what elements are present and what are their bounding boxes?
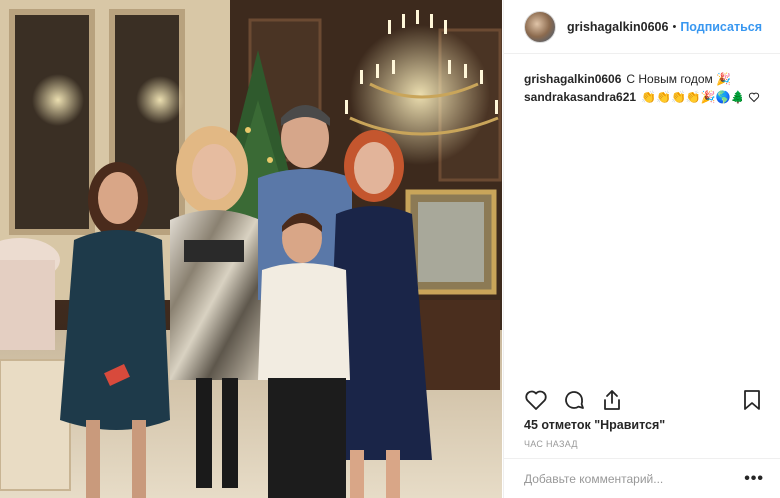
comment-text: С Новым годом 🎉	[626, 72, 732, 86]
more-options-icon[interactable]: •••	[744, 470, 764, 488]
heart-icon[interactable]	[524, 388, 548, 412]
likes-suffix: "Нравится"	[590, 418, 666, 432]
separator-dot: •	[672, 20, 677, 33]
likes-count[interactable]: 45 отметок "Нравится"	[524, 418, 665, 432]
comment-text: 👏👏👏👏🎉🌎🌲🎉	[641, 90, 742, 104]
post-timestamp[interactable]: ЧАС НАЗАД	[524, 439, 578, 449]
post-actions	[524, 388, 764, 412]
comment-icon[interactable]	[562, 388, 586, 412]
share-icon[interactable]	[600, 388, 624, 412]
avatar[interactable]	[524, 10, 556, 43]
comment-like-heart-icon[interactable]	[748, 91, 760, 103]
comment-username[interactable]: grishagalkin0606	[524, 70, 621, 88]
header-username[interactable]: grishagalkin0606	[567, 20, 668, 34]
comment-username[interactable]: sandrakasandra621	[524, 88, 636, 106]
post-panel: grishagalkin0606 • Подписаться grishagal…	[503, 0, 780, 498]
likes-number: 45 отметок	[524, 418, 591, 432]
bookmark-icon[interactable]	[740, 388, 764, 412]
add-comment-bar: •••	[504, 458, 780, 498]
comment-item: sandrakasandra621 👏👏👏👏🎉🌎🌲🎉	[524, 88, 760, 106]
post-photo[interactable]	[0, 0, 502, 498]
post-header: grishagalkin0606 • Подписаться	[504, 0, 780, 54]
follow-button[interactable]: Подписаться	[680, 20, 762, 34]
comments-list: grishagalkin0606 С Новым годом 🎉 sandrak…	[504, 54, 780, 106]
family-photo	[0, 0, 502, 498]
comment-item: grishagalkin0606 С Новым годом 🎉	[524, 70, 760, 88]
comment-input[interactable]	[524, 471, 745, 486]
